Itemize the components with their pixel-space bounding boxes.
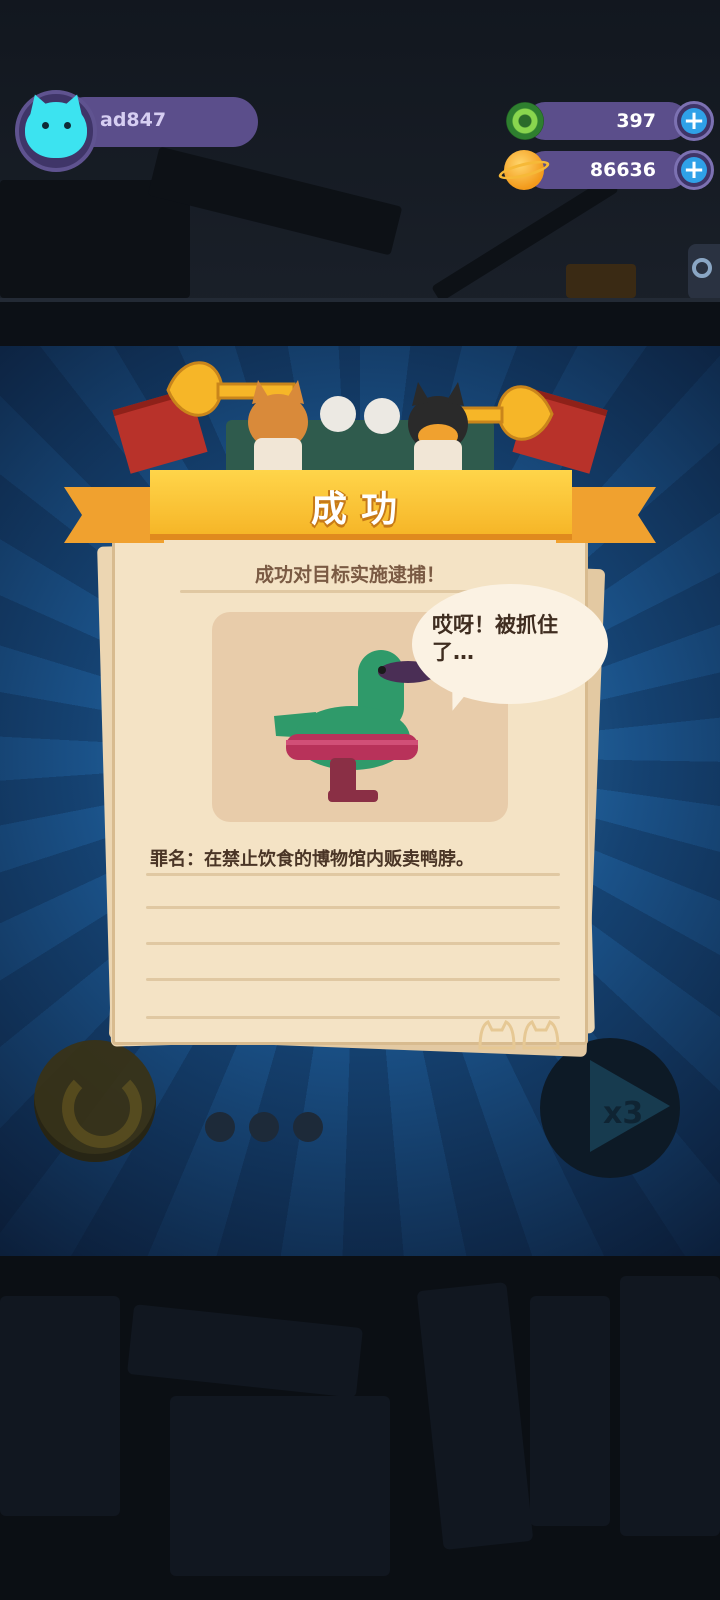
- ruled-line: [146, 942, 560, 945]
- speed-label: x3: [603, 1096, 644, 1131]
- background-prop: [566, 264, 636, 298]
- restart-button: [34, 1040, 156, 1162]
- coin-count: 86636: [589, 159, 656, 181]
- ruled-line: [146, 873, 560, 876]
- username: ad847: [100, 109, 167, 131]
- trumpet-cats-icon: [166, 361, 554, 478]
- add-donut-button[interactable]: [674, 101, 714, 141]
- ruled-line: [146, 906, 560, 909]
- duck-suspect-icon: [274, 650, 432, 802]
- dialog-subtitle: 成功对目标实施逮捕！: [254, 564, 445, 586]
- speech-text: 哎呀！被抓住了…: [432, 613, 558, 664]
- avatar-cat-face: [25, 102, 87, 158]
- dialog-title: 成功: [310, 489, 411, 530]
- side-menu-tab[interactable]: [688, 244, 720, 300]
- cat-stamp-icon: [478, 1019, 560, 1050]
- crime-description: 罪名：在禁止饮食的博物馆内贩卖鸭脖。: [150, 849, 474, 870]
- add-coin-button[interactable]: [674, 150, 714, 190]
- page-dots: [205, 1112, 337, 1146]
- game-screen: x3 ad847 397 86636: [0, 0, 720, 1600]
- restart-icon: [62, 1068, 142, 1148]
- ruled-line: [146, 978, 560, 981]
- donut-count: 397: [616, 110, 656, 132]
- donut-icon: [506, 102, 544, 140]
- avatar-eye: [64, 122, 71, 129]
- background-bottom: [0, 1256, 720, 1600]
- avatar-eye: [42, 122, 49, 129]
